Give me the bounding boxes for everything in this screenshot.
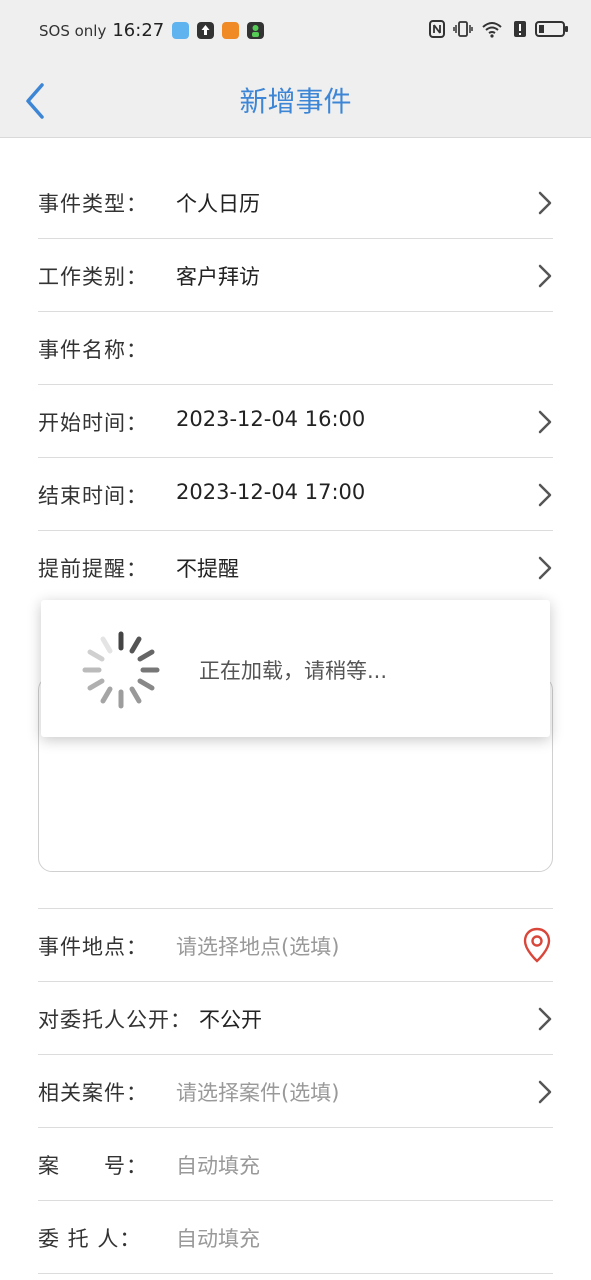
- row-value: 客户拜访: [176, 265, 260, 289]
- status-right: [429, 20, 569, 38]
- row-label: 案 号：: [38, 1154, 148, 1178]
- clock-time: 16:27: [112, 20, 165, 41]
- form-row-reminder[interactable]: 提前提醒： 不提醒: [38, 531, 553, 604]
- chevron-right-icon: [538, 1080, 552, 1104]
- location-placeholder: 请选择地点(选填): [176, 935, 340, 959]
- row-label: 提前提醒：: [38, 557, 148, 581]
- row-label: 开始时间：: [38, 411, 148, 435]
- row-label: 结束时间：: [38, 484, 148, 508]
- row-label: 事件名称：: [38, 338, 148, 362]
- row-value: 个人日历: [176, 192, 260, 216]
- event-form-upper: 事件类型： 个人日历 工作类别： 客户拜访 事件名称： 开始时间： 2023-1…: [38, 166, 553, 604]
- vibrate-icon: [453, 21, 473, 37]
- row-value: 2023-12-04 17:00: [176, 480, 366, 504]
- person-app-icon: [247, 22, 265, 39]
- loading-dialog: 正在加载，请稍等...: [41, 600, 550, 737]
- battery-icon: [535, 21, 568, 37]
- form-row-event-type[interactable]: 事件类型： 个人日历: [38, 166, 553, 239]
- form-row-related-case[interactable]: 相关案件： 请选择案件(选填): [38, 1055, 553, 1128]
- alert-icon: [514, 21, 526, 37]
- nfc-icon: [429, 20, 445, 38]
- row-label: 委 托 人：: [38, 1227, 142, 1251]
- chevron-right-icon: [538, 410, 552, 434]
- form-row-client-visibility[interactable]: 对委托人公开： 不公开: [38, 982, 553, 1055]
- row-label: 相关案件：: [38, 1081, 148, 1105]
- nav-bar: 新增事件: [0, 66, 591, 138]
- row-label: 事件类型：: [38, 192, 148, 216]
- client-value: 自动填充: [176, 1227, 260, 1251]
- chevron-right-icon: [538, 483, 552, 507]
- form-row-start-time[interactable]: 开始时间： 2023-12-04 16:00: [38, 385, 553, 458]
- row-value: 2023-12-04 16:00: [176, 407, 366, 431]
- shopping-app-icon: [222, 22, 240, 39]
- page-title: 新增事件: [239, 85, 352, 118]
- chevron-right-icon: [538, 1007, 552, 1031]
- carrier-text: SOS only: [39, 21, 107, 40]
- case-placeholder: 请选择案件(选填): [176, 1081, 340, 1105]
- form-row-client: 委 托 人： 自动填充: [38, 1201, 553, 1274]
- location-pin-icon[interactable]: [523, 927, 551, 963]
- loading-spinner-icon: [82, 631, 160, 709]
- row-value: 不提醒: [176, 557, 239, 581]
- row-label: 工作类别：: [38, 265, 148, 289]
- chevron-right-icon: [538, 264, 552, 288]
- row-label: 事件地点：: [38, 935, 148, 959]
- form-row-location[interactable]: 事件地点： 请选择地点(选填): [38, 909, 553, 982]
- loading-text: 正在加载，请稍等...: [199, 659, 388, 683]
- notification-app-icon: [172, 22, 190, 39]
- row-value: 不公开: [199, 1008, 262, 1032]
- status-left: SOS only 16:27: [39, 20, 265, 41]
- chevron-right-icon: [538, 191, 552, 215]
- upload-icon: [197, 22, 215, 39]
- row-label: 对委托人公开：: [38, 1008, 192, 1032]
- status-bar: SOS only 16:27: [0, 0, 591, 66]
- event-form-lower: 事件地点： 请选择地点(选填) 对委托人公开： 不公开 相关案件： 请选择案件(…: [38, 908, 553, 1274]
- form-row-work-category[interactable]: 工作类别： 客户拜访: [38, 239, 553, 312]
- form-row-event-name[interactable]: 事件名称：: [38, 312, 553, 385]
- wifi-icon: [482, 22, 502, 38]
- chevron-right-icon: [538, 556, 552, 580]
- case-number-value: 自动填充: [176, 1154, 260, 1178]
- form-row-case-number: 案 号： 自动填充: [38, 1128, 553, 1201]
- form-row-end-time[interactable]: 结束时间： 2023-12-04 17:00: [38, 458, 553, 531]
